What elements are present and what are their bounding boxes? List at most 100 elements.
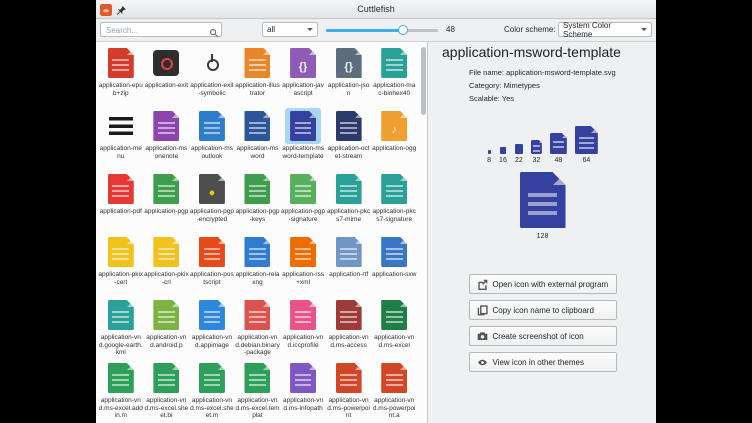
msword-template-preview-icon (488, 150, 491, 154)
icon-grid-item[interactable]: application-rtf (326, 233, 372, 296)
icon-grid-item[interactable]: {}application-json (326, 44, 372, 107)
icon-label: application-pkix-crl (144, 271, 189, 286)
icon-label: application-postscript (189, 271, 234, 286)
icon-grid-item[interactable]: application-pgp-keys (235, 170, 281, 233)
icon-grid-item[interactable]: application-vnd.android.p (144, 296, 190, 359)
application-pkix-crl-icon (148, 234, 184, 270)
application-pkcs7-mime-icon (331, 171, 367, 207)
icon-label: application-epub+zip (98, 82, 143, 97)
icon-grid-item[interactable]: application-pkcs7-signature (371, 170, 417, 233)
document-icon (108, 237, 134, 267)
icon-grid-item[interactable]: application-vnd.google-earth.kml (98, 296, 144, 359)
icon-grid-item[interactable]: application-pgp-signature (280, 170, 326, 233)
application-vnd.ms-excel-icon (376, 297, 412, 333)
icon-grid-item[interactable]: application-octet-stream (326, 107, 372, 170)
application-sxw-icon (376, 234, 412, 270)
glyph: ● (199, 182, 225, 204)
button-label: Open icon with external program (493, 280, 609, 289)
icon-grid-item[interactable]: application-pkix-cert (98, 233, 144, 296)
icon-grid-item[interactable]: application-msword (235, 107, 281, 170)
color-scheme-value: System Color Scheme (563, 21, 641, 39)
icon-grid-item[interactable]: {} application-javascript (280, 44, 326, 107)
icon-grid-item[interactable]: application-relaxng (235, 233, 281, 296)
icon-grid-item[interactable]: application-sxw (371, 233, 417, 296)
icon-grid-item[interactable]: application-vnd.ms-powerpoint.a (371, 359, 417, 422)
application-octet-stream-icon (331, 108, 367, 144)
icon-grid-item[interactable]: application-illustrator (235, 44, 281, 107)
document-icon (290, 174, 316, 204)
button-label: Copy icon name to clipboard (493, 306, 594, 315)
icon-label: application-exit-symbolic (189, 82, 234, 97)
icon-grid-item[interactable]: application-exit (144, 44, 190, 107)
icon-label: application-pgp-keys (235, 208, 280, 223)
color-scheme-dropdown[interactable]: System Color Scheme (558, 22, 652, 37)
large-size-label: 128 (537, 233, 549, 240)
icon-label: application-pgp (144, 208, 189, 216)
icon-grid-item[interactable]: application-vnd.ms-infopath (280, 359, 326, 422)
filter-value: all (267, 25, 275, 34)
screenshot-button[interactable]: Create screenshot of icon (469, 326, 617, 346)
icon-grid-item[interactable]: application-pdf (98, 170, 144, 233)
size-label: 16 (499, 157, 507, 164)
size-label: 8 (487, 157, 491, 164)
icon-grid-item[interactable]: application-msoutlook (189, 107, 235, 170)
icon-grid-item[interactable]: application-vnd.ms-excel.sheet.m (189, 359, 235, 422)
application-vnd.ms-infopath-icon (285, 360, 321, 396)
icon-grid-item[interactable]: application-rss+xml (280, 233, 326, 296)
icon-grid-item[interactable]: application-mac-binhex40 (371, 44, 417, 107)
copy-name-button[interactable]: Copy icon name to clipboard (469, 300, 617, 320)
icon-label: application-msoutlook (189, 145, 234, 160)
size-preview-8: 8 (487, 150, 491, 164)
document-icon (108, 363, 134, 393)
icon-grid-item[interactable]: application-vnd.ms-powerpoint (326, 359, 372, 422)
icon-grid-item[interactable]: application-postscript (189, 233, 235, 296)
icon-grid-item[interactable]: application-vnd.ms-access (326, 296, 372, 359)
document-icon (199, 300, 225, 330)
icon-grid-item[interactable]: application-menu (98, 107, 144, 170)
icon-label: application-javascript (281, 82, 326, 97)
size-preview-22: 22 (515, 144, 523, 164)
size-preview-48: 48 (550, 133, 567, 164)
search-field[interactable] (100, 22, 222, 37)
document-icon (108, 174, 134, 204)
chevron-down-icon (307, 28, 313, 34)
large-preview-block: 128 (429, 172, 656, 240)
camera-icon (477, 331, 488, 342)
icon-grid-item[interactable]: application-vnd.ms-excel.sheet.bi (144, 359, 190, 422)
application-illustrator-icon (239, 45, 275, 81)
glyph: {} (290, 56, 316, 78)
icon-grid-item[interactable]: application-epub+zip (98, 44, 144, 107)
document-icon (290, 300, 316, 330)
view-themes-button[interactable]: View icon in other themes (469, 352, 617, 372)
document-icon (244, 111, 270, 141)
icon-grid-item[interactable]: application-pgp (144, 170, 190, 233)
search-input[interactable] (104, 23, 208, 38)
titlebar[interactable]: Cuttlefish (96, 0, 656, 19)
icon-grid-item[interactable]: application-vnd.debian.binary-package (235, 296, 281, 359)
icon-grid-item[interactable]: application-vnd.ms-excel.addin.m (98, 359, 144, 422)
icon-grid-item[interactable]: application-exit-symbolic (189, 44, 235, 107)
application-pdf-icon (103, 171, 139, 207)
icon-grid-item[interactable]: application-msonenote (144, 107, 190, 170)
document-icon (244, 237, 270, 267)
icon-label: application-vnd.ms-powerpoint.a (372, 397, 417, 420)
icon-grid-item[interactable]: application-vnd.ms-excel (371, 296, 417, 359)
icon-grid-item[interactable]: application-pkix-crl (144, 233, 190, 296)
eye-icon (477, 357, 488, 368)
filter-dropdown[interactable]: all (262, 22, 318, 37)
application-postscript-icon (194, 234, 230, 270)
slider-handle[interactable] (398, 25, 408, 35)
icon-grid-item[interactable]: application-vnd.ms-excel.templat (235, 359, 281, 422)
scrollbar[interactable] (421, 44, 426, 421)
slider-fill (326, 29, 403, 32)
icon-grid-item[interactable]: application-vnd.appimage (189, 296, 235, 359)
icon-grid-item[interactable]: application-msword-template (280, 107, 326, 170)
icon-grid-item[interactable]: ●application-pgp-encrypted (189, 170, 235, 233)
icon-grid-item[interactable]: application-pkcs7-mime (326, 170, 372, 233)
scrollbar-thumb[interactable] (421, 47, 426, 115)
open-external-button[interactable]: Open icon with external program (469, 274, 617, 294)
icon-label: application-msonenote (144, 145, 189, 160)
icon-size-slider[interactable] (326, 23, 438, 37)
icon-grid-item[interactable]: ♪application-ogg (371, 107, 417, 170)
icon-grid-item[interactable]: application-vnd.iccprofile (280, 296, 326, 359)
